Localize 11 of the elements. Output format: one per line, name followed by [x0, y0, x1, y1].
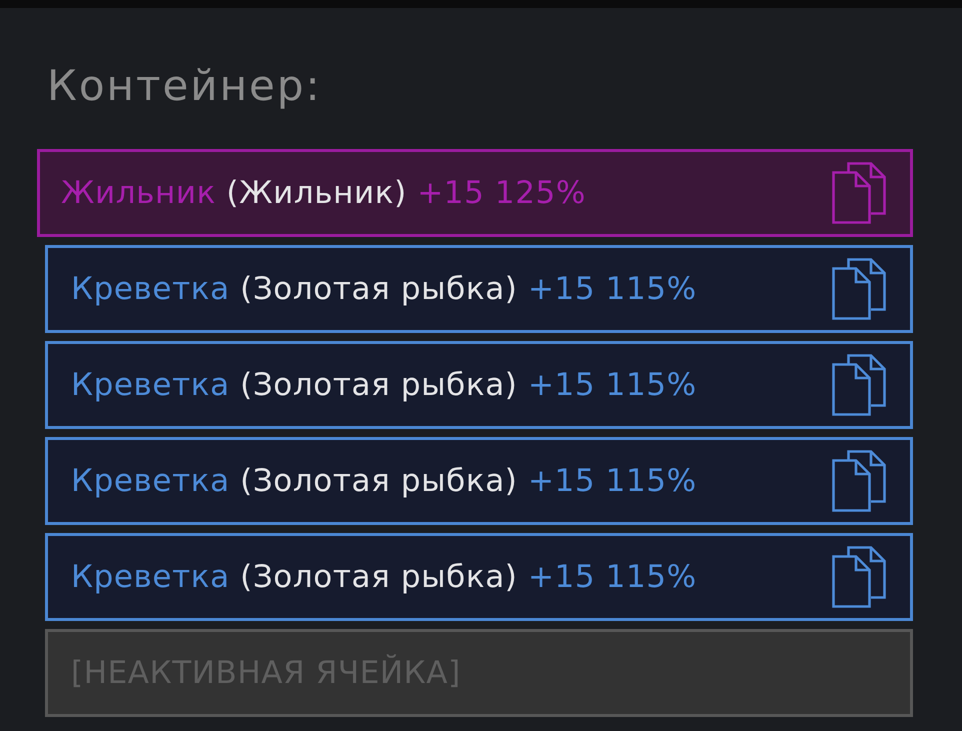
copy-icon[interactable] [832, 450, 886, 512]
copy-icon[interactable] [832, 546, 886, 608]
item-slot[interactable]: Креветка (Золотая рыбка) +15 115% [45, 533, 913, 621]
copy-icon[interactable] [832, 258, 886, 320]
item-slot[interactable]: Креветка (Золотая рыбка) +15 115% [45, 245, 913, 333]
copy-icon[interactable] [832, 354, 886, 416]
copy-icon[interactable] [832, 162, 886, 224]
item-slot[interactable]: Жильник (Жильник) +15 125% [37, 149, 913, 237]
item-slot[interactable]: Креветка (Золотая рыбка) +15 115% [45, 437, 913, 525]
item-slot[interactable]: Креветка (Золотая рыбка) +15 115% [45, 341, 913, 429]
panel-title: Контейнер: [47, 61, 322, 111]
